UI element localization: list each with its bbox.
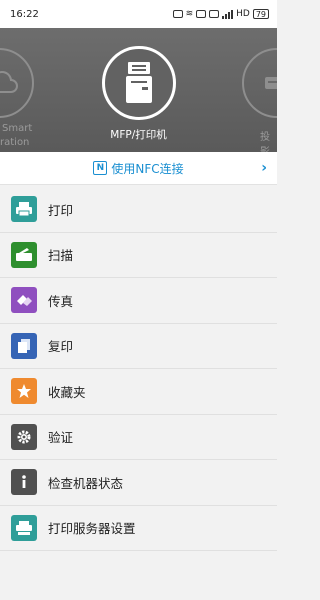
network-type: HD bbox=[236, 9, 250, 19]
menu-item-label: 打印 bbox=[48, 202, 74, 218]
smart-integration-option[interactable] bbox=[0, 48, 34, 118]
menu-item-authentication[interactable]: 验证 bbox=[0, 414, 277, 460]
menu-item-favorites[interactable]: 收藏夹 bbox=[0, 369, 277, 415]
cast-icon bbox=[209, 10, 220, 18]
status-bar: 16:22 ≋ HD 79 bbox=[0, 0, 277, 28]
nfc-label: 使用NFC连接 bbox=[111, 161, 184, 176]
alarm-icon bbox=[172, 10, 183, 18]
menu-item-label: 扫描 bbox=[48, 248, 74, 264]
projector-icon bbox=[265, 77, 277, 89]
menu-item-machine-status[interactable]: 检查机器状态 bbox=[0, 460, 277, 506]
menu-item-label: 验证 bbox=[48, 430, 74, 446]
cloud-icon bbox=[0, 71, 18, 93]
menu-item-label: 复印 bbox=[48, 339, 74, 355]
print-server-icon bbox=[11, 514, 37, 541]
menu-item-print-server-settings[interactable]: 打印服务器设置 bbox=[0, 505, 277, 551]
nfc-connect-button[interactable]: N 使用NFC连接 › bbox=[0, 152, 277, 185]
menu-item-label: 打印服务器设置 bbox=[48, 521, 136, 537]
fax-icon bbox=[11, 287, 37, 314]
wifi-icon: ≋ bbox=[185, 9, 194, 19]
projector-option[interactable] bbox=[242, 48, 277, 118]
battery-icon: 79 bbox=[252, 9, 269, 19]
printer-device-icon bbox=[126, 62, 152, 103]
gear-icon bbox=[11, 423, 37, 450]
menu-item-scan[interactable]: 扫描 bbox=[0, 232, 277, 278]
function-menu: 打印 扫描 传真 复印 收藏夹 验证 检查机器状态 打印服务器设置 bbox=[0, 187, 277, 551]
scan-icon bbox=[11, 241, 37, 268]
menu-item-label: 传真 bbox=[48, 293, 74, 309]
print-icon bbox=[11, 196, 37, 223]
center-device-label: MFP/打印机 bbox=[110, 129, 167, 141]
notification-icon bbox=[196, 10, 207, 18]
menu-item-label: 检查机器状态 bbox=[48, 475, 124, 491]
status-time: 16:22 bbox=[10, 8, 39, 20]
menu-item-copy[interactable]: 复印 bbox=[0, 323, 277, 369]
device-carousel[interactable]: Smart ration MFP/打印机 投影 bbox=[0, 28, 277, 152]
chevron-right-icon: › bbox=[261, 160, 267, 176]
menu-item-fax[interactable]: 传真 bbox=[0, 278, 277, 324]
mfp-printer-option[interactable] bbox=[102, 46, 176, 120]
copy-icon bbox=[11, 332, 37, 359]
nfc-icon: N bbox=[93, 161, 108, 175]
star-icon bbox=[11, 378, 37, 405]
status-icons: ≋ HD 79 bbox=[172, 9, 269, 19]
menu-item-print[interactable]: 打印 bbox=[0, 187, 277, 233]
battery-level: 79 bbox=[255, 9, 266, 19]
signal-icon bbox=[222, 9, 234, 19]
right-device-label: 投影 bbox=[260, 132, 270, 152]
info-icon bbox=[11, 469, 37, 496]
menu-item-label: 收藏夹 bbox=[48, 384, 86, 400]
